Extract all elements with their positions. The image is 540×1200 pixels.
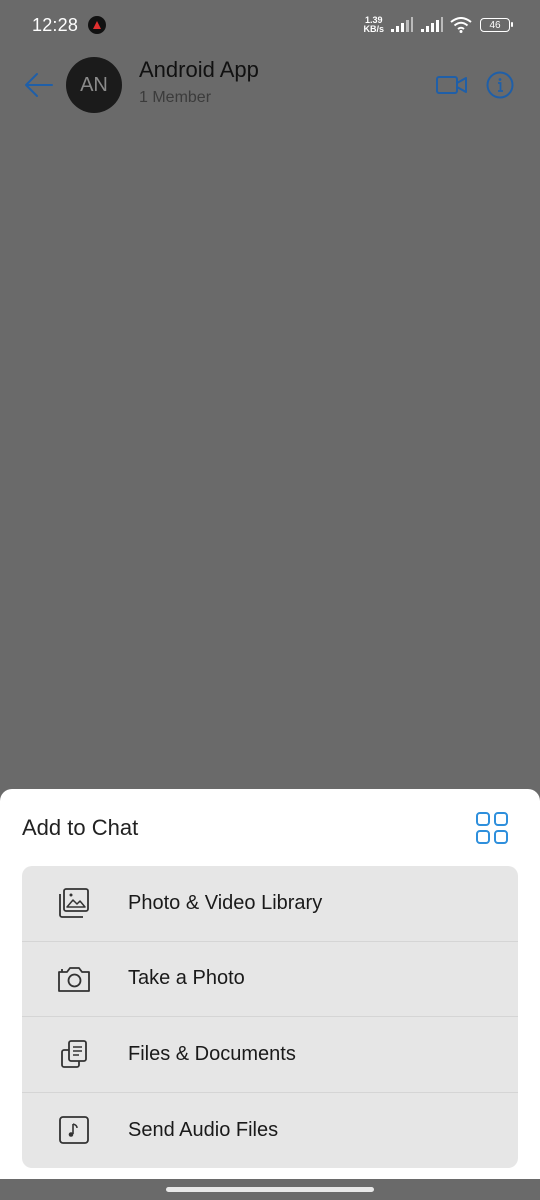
info-button[interactable]: [486, 71, 514, 99]
battery-level: 46: [489, 19, 501, 31]
option-label: Take a Photo: [128, 967, 245, 990]
option-label: Files & Documents: [128, 1042, 296, 1065]
nav-bar: [0, 1179, 540, 1200]
signal-icon-2: [421, 17, 443, 32]
chat-header: AN Android App 1 Member: [0, 50, 540, 120]
option-photo-video-library[interactable]: Photo & Video Library: [22, 866, 518, 942]
add-to-chat-sheet: Add to Chat Photo & Video Library Take a…: [0, 789, 540, 1179]
wifi-icon: [450, 17, 472, 33]
sheet-title: Add to Chat: [22, 815, 139, 840]
attachment-options: Photo & Video Library Take a Photo Files…: [22, 866, 518, 1168]
photo-library-icon: [56, 885, 92, 921]
status-right: 1.39 KB/s 46: [363, 16, 513, 34]
speed-unit: KB/s: [363, 24, 384, 34]
audio-file-icon: [56, 1112, 92, 1148]
video-call-button[interactable]: [436, 75, 468, 95]
chat-member-count: 1 Member: [139, 89, 212, 106]
avatar-initials: AN: [80, 73, 108, 96]
info-icon: [486, 71, 514, 99]
chat-title-block[interactable]: Android App 1 Member: [139, 57, 436, 107]
status-left: 12:28: [32, 14, 107, 36]
option-send-audio-files[interactable]: Send Audio Files: [22, 1093, 518, 1169]
grid-icon: [476, 812, 508, 844]
sheet-header: Add to Chat: [0, 789, 540, 867]
notification-icon: [88, 16, 107, 34]
header-actions: [436, 71, 514, 99]
back-button[interactable]: [24, 70, 54, 100]
home-gesture-handle[interactable]: [166, 1187, 374, 1192]
status-time: 12:28: [32, 14, 79, 35]
camera-icon: [56, 961, 92, 997]
chat-title: Android App: [139, 57, 259, 82]
grid-view-button[interactable]: [476, 812, 508, 844]
status-bar: 12:28 1.39 KB/s 46: [0, 0, 540, 50]
signal-icon: [391, 17, 413, 32]
video-camera-icon: [436, 76, 467, 94]
option-take-photo[interactable]: Take a Photo: [22, 942, 518, 1017]
avatar[interactable]: AN: [66, 57, 122, 113]
option-label: Photo & Video Library: [128, 891, 323, 914]
battery-icon: 46: [480, 18, 513, 32]
option-label: Send Audio Files: [128, 1118, 279, 1141]
documents-icon: [56, 1036, 92, 1072]
back-arrow-icon: [25, 73, 53, 97]
network-speed: 1.39 KB/s: [363, 16, 384, 34]
option-files-documents[interactable]: Files & Documents: [22, 1017, 518, 1093]
